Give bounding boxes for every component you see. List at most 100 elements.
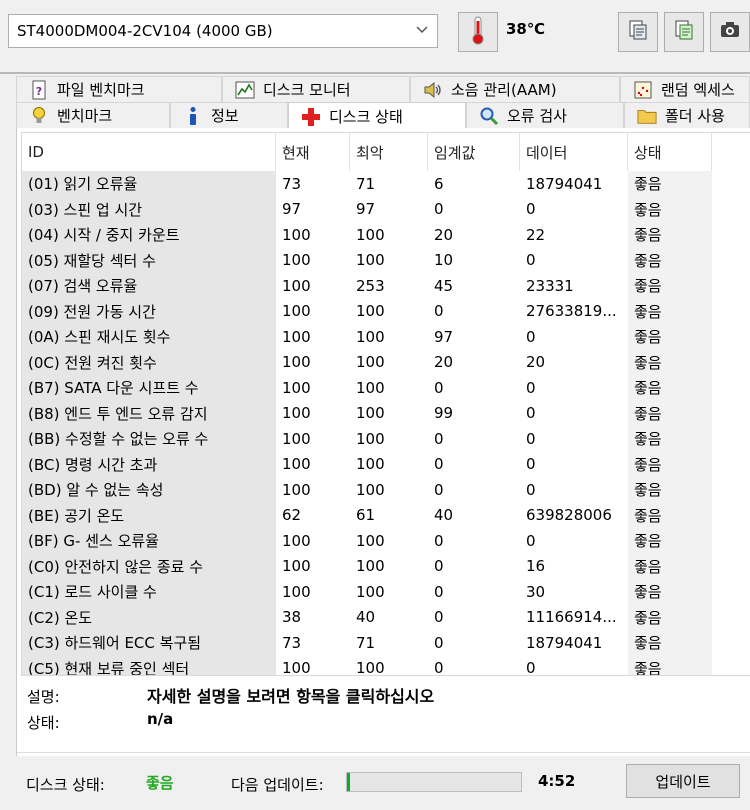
table-row[interactable]: (09) 전원 가동 시간 100 100 0 27633819... 좋음 (22, 298, 750, 324)
file-benchmark-icon: ? (29, 80, 49, 100)
cell-worst: 100 (356, 659, 385, 676)
cell-current: 100 (282, 582, 311, 601)
cell-threshold: 40 (434, 506, 454, 525)
table-row[interactable]: (BB) 수정할 수 없는 오류 수 100 100 0 0 좋음 (22, 426, 750, 452)
copy-all-button[interactable] (664, 12, 704, 52)
description-value: 자세한 설명을 보려면 항목을 클릭하십시오 (147, 687, 435, 706)
table-row[interactable]: (C3) 하드웨어 ECC 복구됨 73 71 0 18794041 좋음 (22, 630, 750, 656)
cell-status: 좋음 (628, 630, 712, 656)
cell-current: 100 (282, 557, 311, 576)
cell-filler (712, 375, 750, 401)
info-icon (183, 106, 203, 126)
column-header-current[interactable]: 현재 (276, 133, 350, 171)
tab-noise-management[interactable]: 소음 관리(AAM) (410, 76, 620, 102)
tab-disk-health[interactable]: 디스크 상태 (288, 102, 466, 130)
disk-health-panel: ID 현재 최악 임계값 데이터 상태 (01) 읽기 오류율 73 71 6 1879… (16, 128, 750, 810)
tab-benchmark[interactable]: 벤치마크 (16, 102, 170, 128)
cell-filler (712, 554, 750, 580)
cell-data: 11166914... (526, 608, 617, 627)
drive-select[interactable]: ST4000DM004-2CV104 (4000 GB) (8, 14, 438, 48)
cell-id: (BC) 명령 시간 초과 (22, 451, 276, 477)
cell-data: 0 (526, 480, 536, 499)
cell-current: 100 (282, 327, 311, 346)
cell-status: 좋음 (628, 298, 712, 324)
cell-filler (712, 477, 750, 503)
cell-threshold: 97 (434, 327, 454, 346)
cell-threshold: 0 (434, 608, 444, 627)
cell-data: 0 (526, 327, 536, 346)
cell-id: (07) 검색 오류율 (22, 273, 276, 299)
tab-folder-usage[interactable]: 폴더 사용 (624, 102, 750, 128)
cell-id: (C1) 로드 사이클 수 (22, 579, 276, 605)
cell-filler (712, 528, 750, 554)
table-row[interactable]: (C0) 안전하지 않은 종료 수 100 100 0 16 좋음 (22, 553, 750, 580)
cell-id: (BD) 알 수 없는 속성 (22, 477, 276, 503)
drive-select-value: ST4000DM004-2CV104 (4000 GB) (17, 22, 273, 40)
table-row[interactable]: (05) 재할당 섹터 수 100 100 10 0 좋음 (22, 247, 750, 273)
tab-info[interactable]: 정보 (170, 102, 288, 128)
cell-status: 좋음 (628, 604, 712, 630)
cell-data: 18794041 (526, 633, 603, 652)
cell-threshold: 0 (434, 378, 444, 397)
cell-current: 100 (282, 455, 311, 474)
column-header-id[interactable]: ID (22, 133, 276, 171)
column-header-worst[interactable]: 최악 (350, 133, 428, 171)
table-row[interactable]: (C1) 로드 사이클 수 100 100 0 30 좋음 (22, 579, 750, 605)
cell-status: 좋음 (628, 273, 712, 299)
table-row[interactable]: (03) 스핀 업 시간 97 97 0 0 좋음 (22, 196, 750, 222)
cell-current: 100 (282, 531, 311, 550)
tab-random-access[interactable]: 랜덤 엑세스 (620, 76, 750, 102)
cell-threshold: 10 (434, 251, 454, 270)
lightbulb-icon (29, 106, 49, 126)
table-row[interactable]: (C5) 현재 보류 중인 섹터 100 100 0 0 좋음 (22, 655, 750, 676)
column-header-threshold[interactable]: 임계값 (428, 133, 520, 171)
tab-row-bottom: 벤치마크 정보 디스크 상태 오류 검사 폴더 사용 (0, 102, 750, 130)
table-row[interactable]: (01) 읽기 오류율 73 71 6 18794041 좋음 (22, 171, 750, 197)
cell-data: 0 (526, 659, 536, 676)
table-row[interactable]: (0A) 스핀 재시도 횟수 100 100 97 0 좋음 (22, 324, 750, 350)
smart-table[interactable]: ID 현재 최악 임계값 데이터 상태 (01) 읽기 오류율 73 71 6 1879… (21, 132, 750, 676)
cell-status: 좋음 (628, 502, 712, 528)
cell-threshold: 6 (434, 174, 444, 193)
table-row[interactable]: (B8) 엔드 투 엔드 오류 감지 100 100 99 0 좋음 (22, 400, 750, 426)
cell-status: 좋음 (628, 196, 712, 222)
tab-file-benchmark[interactable]: ? 파일 벤치마크 (16, 76, 222, 102)
screenshot-button[interactable] (710, 12, 750, 52)
cell-filler (712, 324, 750, 350)
cell-status: 좋음 (628, 247, 712, 273)
cell-id: (BB) 수정할 수 없는 오류 수 (22, 426, 276, 452)
cell-current: 100 (282, 353, 311, 372)
svg-text:?: ? (36, 85, 42, 98)
table-row[interactable]: (0C) 전원 켜진 횟수 100 100 20 20 좋음 (22, 349, 750, 375)
cell-status: 좋음 (628, 400, 712, 426)
thermometer-button[interactable] (458, 12, 498, 52)
cell-id: (C5) 현재 보류 중인 섹터 (22, 655, 276, 675)
update-button[interactable]: 업데이트 (626, 764, 740, 798)
description-label: 설명: (27, 688, 60, 706)
table-row[interactable]: (07) 검색 오류율 100 253 45 23331 좋음 (22, 273, 750, 299)
cell-status: 좋음 (628, 171, 712, 197)
column-header-status[interactable]: 상태 (628, 133, 712, 171)
cell-data: 23331 (526, 276, 574, 295)
table-row[interactable]: (04) 시작 / 중지 카운트 100 100 20 22 좋음 (22, 222, 750, 248)
table-row[interactable]: (B7) SATA 다운 시프트 수 100 100 0 0 좋음 (22, 375, 750, 401)
table-row[interactable]: (BE) 공기 온도 62 61 40 639828006 좋음 (22, 502, 750, 528)
cell-worst: 61 (356, 506, 376, 525)
table-row[interactable]: (BF) G- 센스 오류율 100 100 0 0 좋음 (22, 528, 750, 554)
tab-error-scan[interactable]: 오류 검사 (466, 102, 624, 128)
cell-current: 100 (282, 276, 311, 295)
cell-data: 18794041 (526, 174, 603, 193)
cell-data: 0 (526, 455, 536, 474)
tab-disk-monitor[interactable]: 디스크 모니터 (222, 76, 410, 102)
copy-button[interactable] (618, 12, 658, 52)
cell-id: (B7) SATA 다운 시프트 수 (22, 375, 276, 401)
magnifier-icon (479, 106, 499, 126)
table-row[interactable]: (BC) 명령 시간 초과 100 100 0 0 좋음 (22, 451, 750, 477)
cell-current: 100 (282, 225, 311, 244)
cell-worst: 100 (356, 531, 385, 550)
cell-worst: 253 (356, 276, 385, 295)
cell-data: 0 (526, 378, 536, 397)
column-header-data[interactable]: 데이터 (520, 133, 628, 171)
table-row[interactable]: (C2) 온도 38 40 0 11166914... 좋음 (22, 604, 750, 630)
table-row[interactable]: (BD) 알 수 없는 속성 100 100 0 0 좋음 (22, 477, 750, 503)
